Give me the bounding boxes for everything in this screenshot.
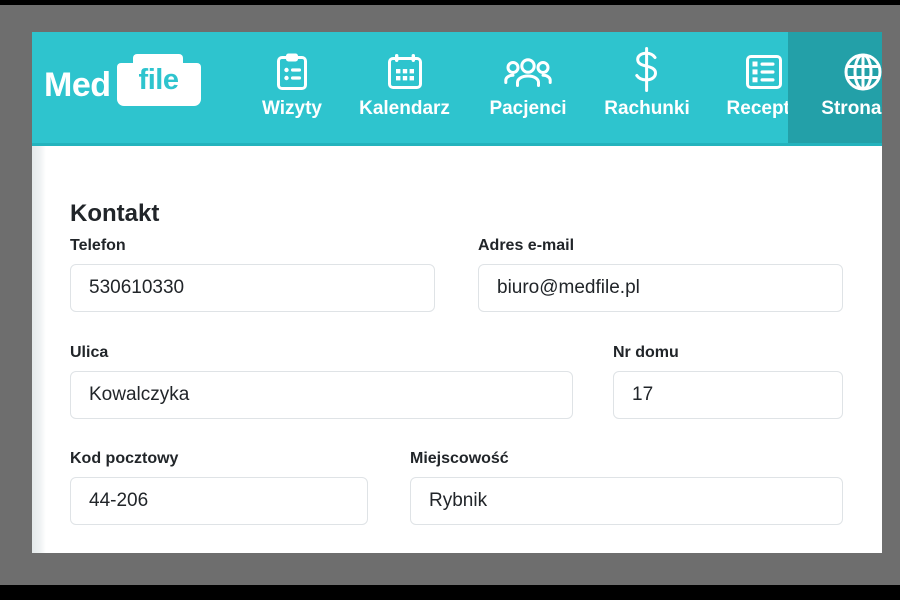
app-window: Med file — [32, 32, 882, 553]
input-miejscowosc[interactable] — [410, 477, 843, 525]
input-ulica[interactable] — [70, 371, 573, 419]
panel-left-shadow — [32, 146, 46, 553]
label-kod-pocztowy: Kod pocztowy — [70, 451, 368, 467]
logo-folder-icon: file — [117, 54, 201, 106]
list-box-icon — [745, 52, 783, 92]
clipboard-list-icon — [274, 52, 310, 92]
field-adres-email: Adres e-mail — [478, 238, 843, 312]
nav-item-kalendarz[interactable]: Kalendarz — [347, 32, 462, 143]
nav-item-wizyty[interactable]: Wizyty — [250, 32, 334, 143]
field-miejscowosc: Miejscowość — [410, 451, 843, 525]
top-navigation-bar: Med file — [32, 32, 882, 143]
field-ulica: Ulica — [70, 345, 573, 419]
input-kod-pocztowy[interactable] — [70, 477, 368, 525]
globe-icon — [842, 52, 882, 92]
label-miejscowosc: Miejscowość — [410, 451, 843, 467]
field-nr-domu: Nr domu — [613, 345, 843, 419]
section-title-kontakt: Kontakt — [70, 202, 159, 226]
app-logo[interactable]: Med file — [44, 50, 201, 106]
nav-label-strona-www: Strona W — [821, 98, 882, 120]
input-telefon[interactable] — [70, 264, 435, 312]
label-ulica: Ulica — [70, 345, 573, 361]
nav-label-rachunki: Rachunki — [604, 98, 690, 120]
input-adres-email[interactable] — [478, 264, 843, 312]
logo-text-med: Med — [44, 68, 111, 106]
contact-form-panel: Kontakt Telefon Adres e-mail Ulica Nr do… — [32, 146, 882, 553]
users-group-icon — [504, 52, 552, 92]
screenshot-root: Med file — [0, 0, 900, 600]
input-nr-domu[interactable] — [613, 371, 843, 419]
nav-label-pacjenci: Pacjenci — [489, 98, 566, 120]
logo-text-file: file — [117, 66, 201, 95]
label-telefon: Telefon — [70, 238, 435, 254]
nav-label-wizyty: Wizyty — [262, 98, 322, 120]
nav-label-kalendarz: Kalendarz — [359, 98, 450, 120]
dollar-sign-icon — [632, 48, 662, 92]
calendar-icon — [386, 52, 424, 92]
label-nr-domu: Nr domu — [613, 345, 843, 361]
field-kod-pocztowy: Kod pocztowy — [70, 451, 368, 525]
field-telefon: Telefon — [70, 238, 435, 312]
nav-item-strona-www[interactable]: Strona W — [788, 32, 882, 143]
label-adres-email: Adres e-mail — [478, 238, 843, 254]
